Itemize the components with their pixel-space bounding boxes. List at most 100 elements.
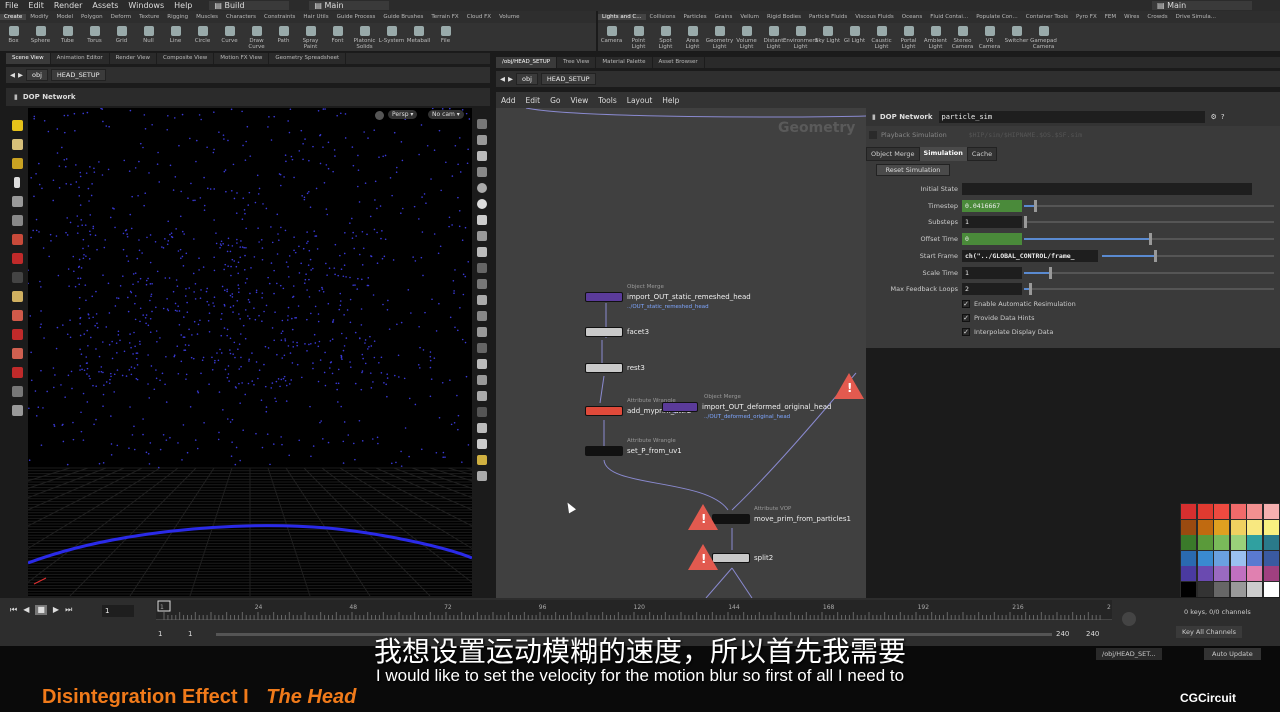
shelfR-tool[interactable]: Environment Light	[783, 23, 818, 50]
color-swatch[interactable]	[1263, 550, 1279, 566]
wire-icon[interactable]	[477, 247, 487, 257]
desktop-selector-3[interactable]: ▤ Main	[1152, 1, 1252, 10]
color-swatch[interactable]	[1214, 566, 1229, 581]
shelfR-tool[interactable]: Ambient Light	[922, 23, 949, 50]
pointer-icon[interactable]	[14, 177, 20, 188]
shelfR-tool[interactable]: Volume Light	[733, 23, 760, 50]
rotate-icon[interactable]	[11, 158, 23, 169]
bg-icon[interactable]	[477, 359, 487, 369]
pose-icon[interactable]	[11, 272, 23, 283]
color-swatch[interactable]	[1247, 504, 1262, 519]
shelfL-tab[interactable]: Volume	[495, 14, 523, 20]
color-swatch[interactable]	[1197, 566, 1213, 581]
network-editor[interactable]: Geometry Object Merge import_OUT_static_…	[496, 108, 866, 598]
color-swatch[interactable]	[1263, 535, 1279, 550]
left-pane-tab[interactable]: Render View	[110, 53, 158, 64]
param-node-name-field[interactable]: particle_sim	[938, 111, 1205, 123]
layout-icon[interactable]	[477, 455, 487, 465]
node-import-static[interactable]: Object Merge import_OUT_static_remeshed_…	[585, 284, 751, 310]
param-field[interactable]: 1	[962, 216, 1022, 229]
left-pane-tab[interactable]: Composite View	[157, 53, 215, 64]
shelfL-tab[interactable]: Characters	[222, 14, 260, 20]
shelfL-tab[interactable]: Deform	[107, 14, 135, 20]
net-path-obj[interactable]: obj	[516, 73, 538, 85]
shelfL-tab[interactable]: Hair Utils	[299, 14, 332, 20]
settings-icon[interactable]	[477, 471, 487, 481]
right-pane-tab[interactable]: Asset Browser	[653, 57, 705, 68]
menu-windows[interactable]: Windows	[123, 1, 169, 10]
shelfR-tool[interactable]: VR Camera	[976, 23, 1003, 50]
shelfL-tool[interactable]: Line	[162, 23, 189, 44]
left-pane-tab[interactable]: Motion FX View	[214, 53, 270, 64]
color-swatch[interactable]	[1247, 519, 1262, 535]
color-swatch[interactable]	[1247, 535, 1262, 550]
guide-icon[interactable]	[477, 343, 487, 353]
color-swatch[interactable]	[1181, 566, 1196, 581]
layer-icon[interactable]	[11, 386, 23, 397]
shelfR-tool[interactable]: Caustic Light	[868, 23, 895, 50]
network-menu-item[interactable]: Help	[657, 96, 684, 105]
shelfL-tool[interactable]: Tube	[54, 23, 81, 44]
shelfR-tab[interactable]: Pyro FX	[1072, 14, 1101, 20]
param-slider[interactable]	[1024, 266, 1274, 279]
shelfR-tab[interactable]: Crowds	[1143, 14, 1171, 20]
color-swatch[interactable]	[1230, 535, 1246, 550]
color-swatch[interactable]	[1230, 504, 1246, 519]
param-slider[interactable]	[1102, 249, 1274, 262]
param-slider-knob[interactable]	[1153, 249, 1157, 262]
shelfR-tool[interactable]: GI Light	[841, 23, 868, 44]
shelfL-tool[interactable]: L-System	[378, 23, 405, 44]
network-menu-item[interactable]: Add	[496, 96, 521, 105]
shelfR-tab[interactable]: Fluid Contai...	[926, 14, 972, 20]
first-frame-icon[interactable]: ⏮	[10, 605, 17, 615]
param-slider[interactable]	[1024, 199, 1274, 212]
net-path-head-setup[interactable]: HEAD_SETUP	[540, 73, 596, 85]
shelfL-tool[interactable]: Metaball	[405, 23, 432, 44]
home-icon[interactable]	[477, 167, 487, 177]
tab-simulation[interactable]: Simulation	[919, 147, 967, 161]
step-back-icon[interactable]: ◀	[23, 605, 29, 615]
color-swatch[interactable]	[1181, 504, 1196, 519]
shelfL-tab[interactable]: Guide Process	[333, 14, 380, 20]
abc-icon[interactable]	[477, 407, 487, 417]
shelfL-tool[interactable]: Torus	[81, 23, 108, 44]
node-rest3[interactable]: rest3	[585, 363, 645, 373]
shelfL-tab[interactable]: Cloud FX	[463, 14, 495, 20]
camera-menu[interactable]: No cam ▾	[428, 110, 464, 119]
node-import-static-body[interactable]	[585, 292, 623, 302]
forward-arrow-icon[interactable]: ▶	[18, 71, 23, 79]
lock-icon[interactable]	[11, 215, 23, 226]
shelfR-tab[interactable]: Collisions	[646, 14, 680, 20]
shelfL-tab[interactable]: Rigging	[163, 14, 192, 20]
handle-icon[interactable]	[11, 291, 23, 302]
shelfR-tool[interactable]: Stereo Camera	[949, 23, 976, 50]
shelfL-tab[interactable]: Modify	[26, 14, 52, 20]
color-swatch[interactable]	[1230, 566, 1246, 581]
network-menu-item[interactable]: Layout	[622, 96, 658, 105]
shelfR-tool[interactable]: Point Light	[625, 23, 652, 50]
color-swatch[interactable]	[1181, 519, 1196, 535]
shading-icon[interactable]	[477, 231, 487, 241]
shelfL-tool[interactable]: Grid	[108, 23, 135, 44]
warning-icon[interactable]: !	[834, 373, 864, 399]
shelfL-tool[interactable]: Box	[0, 23, 27, 44]
shelfR-tab[interactable]: Container Tools	[1022, 14, 1072, 20]
warning-icon[interactable]: !	[688, 504, 718, 530]
shelfL-tool[interactable]: File	[432, 23, 459, 44]
node-set-p[interactable]: Attribute Wrangle set_P_from_uv1	[585, 438, 682, 456]
param-slider-knob[interactable]	[1049, 266, 1052, 279]
last-frame-icon[interactable]: ⏭	[65, 605, 72, 615]
gear-icon[interactable]: ⚙	[1211, 113, 1217, 121]
ghost-icon[interactable]	[477, 135, 487, 145]
shelfR-tab[interactable]: FEM	[1101, 14, 1120, 20]
shelfL-tab[interactable]: Terrain FX	[427, 14, 462, 20]
color-swatch[interactable]	[1214, 550, 1229, 566]
color-swatch[interactable]	[1197, 519, 1213, 535]
path-head-setup[interactable]: HEAD_SETUP	[50, 69, 106, 81]
node-add-myprim-body[interactable]	[585, 406, 623, 416]
cache-icon[interactable]	[11, 405, 23, 416]
node-import-deformed[interactable]: Object Merge import_OUT_deformed_origina…	[662, 394, 831, 420]
shelfL-tab[interactable]: Guide Brushes	[379, 14, 427, 20]
node-facet3-body[interactable]	[585, 327, 623, 337]
color-swatch[interactable]	[1263, 566, 1279, 581]
